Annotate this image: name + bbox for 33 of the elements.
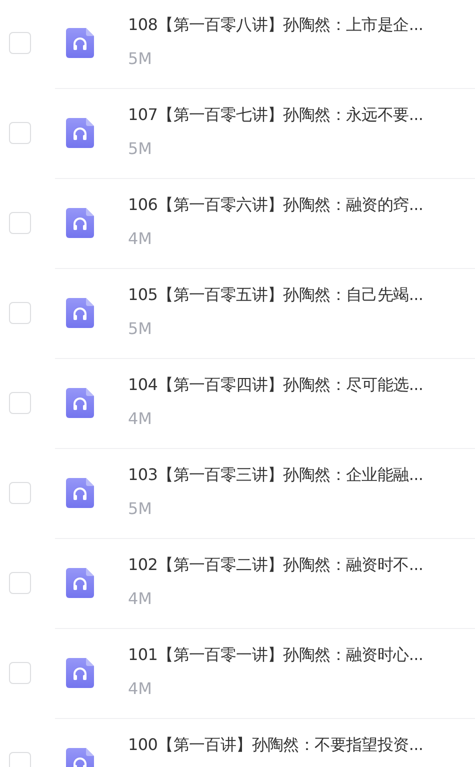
audio-file-icon [66,118,94,148]
file-title[interactable]: 103【第一百零三讲】孙陶然：企业能融... [128,463,424,487]
file-title[interactable]: 107【第一百零七讲】孙陶然：永远不要... [128,103,424,127]
file-title[interactable]: 106【第一百零六讲】孙陶然：融资的窍... [128,193,424,217]
file-size: 4M [128,409,152,429]
checkbox[interactable] [9,662,31,684]
file-size: 4M [128,589,152,609]
file-title[interactable]: 101【第一百零一讲】孙陶然：融资时心... [128,643,424,667]
checkbox[interactable] [9,302,31,324]
file-size: 4M [128,229,152,249]
checkbox[interactable] [9,482,31,504]
checkbox[interactable] [9,212,31,234]
file-size: 5M [128,499,152,519]
checkbox[interactable] [9,392,31,414]
file-title[interactable]: 100【第一百讲】孙陶然：不要指望投资... [128,733,424,757]
file-size: 4M [128,679,152,699]
checkbox[interactable] [9,572,31,594]
checkbox[interactable] [9,122,31,144]
file-size: 5M [128,49,152,69]
audio-file-icon [66,658,94,688]
file-size: 5M [128,139,152,159]
file-title[interactable]: 104【第一百零四讲】孙陶然：尽可能选... [128,373,424,397]
audio-file-icon [66,298,94,328]
file-title[interactable]: 102【第一百零二讲】孙陶然：融资时不... [128,553,424,577]
audio-file-icon [66,28,94,58]
file-title[interactable]: 105【第一百零五讲】孙陶然：自己先竭... [128,283,424,307]
audio-file-icon [66,478,94,508]
audio-file-icon [66,388,94,418]
checkbox[interactable] [9,32,31,54]
file-size: 5M [128,319,152,339]
audio-file-icon [66,208,94,238]
audio-file-icon [66,568,94,598]
file-title[interactable]: 108【第一百零八讲】孙陶然：上市是企... [128,13,424,37]
